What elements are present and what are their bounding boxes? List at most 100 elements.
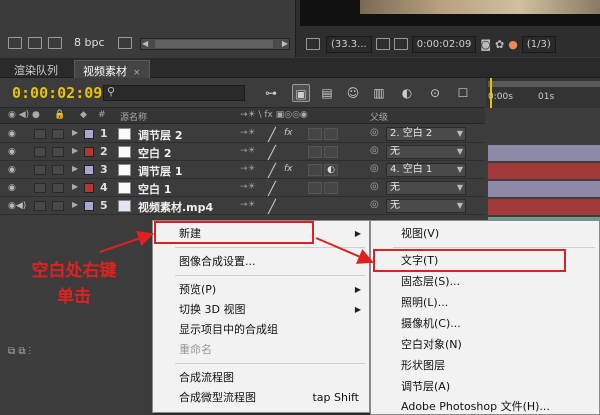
layer-row[interactable]: ◉ ▶ 3 调节层 1 →☀ ╱ fx ◐ ◎ 4. 空白 1 ▼ (0, 162, 485, 179)
eye-audio-icon[interactable]: ◉◀) (8, 201, 26, 211)
label-color-swatch[interactable] (84, 129, 94, 139)
shy-icon[interactable]: →☀ (240, 146, 256, 156)
shy-icon[interactable]: →☀ (240, 128, 256, 138)
frame-blending-icon[interactable]: ▥ (370, 84, 388, 102)
submenu-item-light[interactable]: 照明(L)... (371, 293, 599, 313)
eye-icon[interactable]: ◉ (8, 165, 16, 175)
parent-dropdown[interactable]: 无 ▼ (386, 199, 466, 213)
menu-item-switch-3d-view[interactable]: 切换 3D 视图 ▶ (153, 300, 369, 320)
trash-icon[interactable] (118, 37, 132, 49)
parent-header[interactable]: 父级 (370, 110, 388, 123)
layer-row[interactable]: ◉ ▶ 2 空白 2 →☀ ╱ ◎ 无 ▼ (0, 144, 485, 161)
horizontal-scrollbar[interactable]: ◀ ▶ (140, 38, 290, 50)
motion-blur-icon[interactable]: ◐ (398, 84, 416, 102)
layer-duration-bar[interactable] (488, 145, 600, 161)
lock-switch[interactable] (52, 129, 64, 139)
pick-whip-icon[interactable]: ◎ (370, 199, 379, 210)
eye-icon[interactable]: ◉ (8, 183, 16, 193)
layer-name[interactable]: 调节层 2 (138, 127, 182, 143)
expand-triangle-icon[interactable]: ▶ (72, 128, 78, 137)
layer-duration-bar[interactable] (488, 181, 600, 197)
time-ruler[interactable]: 0:00s 01s (486, 78, 600, 108)
label-color-swatch[interactable] (84, 201, 94, 211)
lock-switch[interactable] (52, 201, 64, 211)
source-name-header[interactable]: 源名称 (120, 110, 147, 123)
expand-triangle-icon[interactable]: ▶ (72, 146, 78, 155)
solo-switch[interactable] (34, 165, 46, 175)
submenu-item-adjustment-layer[interactable]: 调节层(A) (371, 377, 599, 397)
submenu-item-null-object[interactable]: 空白对象(N) (371, 335, 599, 355)
submenu-item-viewer[interactable]: 视图(V) (371, 224, 599, 244)
layer-row[interactable]: ◉ ▶ 4 空白 1 →☀ ╱ ◎ 无 ▼ (0, 180, 485, 197)
adjustment-switch[interactable] (308, 182, 322, 194)
3d-switch[interactable] (324, 182, 338, 194)
lock-switch[interactable] (52, 183, 64, 193)
graph-editor-icon[interactable]: ⊙ (426, 84, 444, 102)
interpret-footage-icon[interactable] (8, 37, 22, 49)
zoom-dropdown[interactable]: (33.3... (326, 35, 372, 53)
submenu-item-solid[interactable]: 固态层(S)... (371, 272, 599, 292)
expand-triangle-icon[interactable]: ▶ (72, 164, 78, 173)
label-color-swatch[interactable] (84, 183, 94, 193)
layer-name[interactable]: 空白 1 (138, 181, 171, 197)
layer-name[interactable]: 空白 2 (138, 145, 171, 161)
parent-dropdown[interactable]: 4. 空白 1 ▼ (386, 163, 466, 177)
lock-switch[interactable] (52, 147, 64, 157)
layer-name[interactable]: 调节层 1 (138, 163, 182, 179)
label-color-swatch[interactable] (84, 147, 94, 157)
shy-icon[interactable]: →☀ (240, 182, 256, 192)
fx-icon[interactable]: fx (284, 128, 293, 138)
menu-item-composition-flowchart[interactable]: 合成流程图 (153, 368, 369, 388)
submenu-item-shape-layer[interactable]: 形状图层 (371, 356, 599, 376)
folder-icon[interactable] (28, 37, 42, 49)
live-update-icon[interactable]: ▣ (292, 84, 310, 102)
3d-switch[interactable]: ◐ (324, 164, 338, 176)
solo-switch[interactable] (34, 201, 46, 211)
eye-icon[interactable]: ◉ (8, 147, 16, 157)
tab-composition[interactable]: 视频素材 × (74, 60, 150, 78)
resolution-dropdown[interactable]: (1/3) (521, 35, 556, 53)
solo-switch[interactable] (34, 183, 46, 193)
pick-whip-icon[interactable]: ◎ (370, 181, 379, 192)
grid-icon[interactable] (375, 38, 390, 50)
parent-dropdown[interactable]: 2. 空白 2 ▼ (386, 127, 466, 141)
submenu-item-camera[interactable]: 摄像机(C)... (371, 314, 599, 334)
parent-dropdown[interactable]: 无 ▼ (386, 181, 466, 195)
close-icon[interactable]: × (133, 68, 141, 78)
lock-switch[interactable] (52, 165, 64, 175)
pick-whip-icon[interactable]: ◎ (370, 163, 379, 174)
3d-switch[interactable] (324, 146, 338, 158)
always-preview-icon[interactable] (306, 38, 320, 50)
label-color-swatch[interactable] (84, 165, 94, 175)
channel-icon[interactable]: ✿ (495, 38, 504, 51)
submenu-item-photoshop-file[interactable]: Adobe Photoshop 文件(H)... (371, 398, 599, 415)
adjustment-switch[interactable] (308, 146, 322, 158)
color-channels-icon[interactable]: ● (508, 38, 518, 51)
scrollbar-thumb[interactable] (155, 40, 273, 48)
quality-icon[interactable]: ╱ (268, 128, 276, 143)
search-input[interactable]: ⚲ (103, 85, 245, 101)
expand-triangle-icon[interactable]: ▶ (72, 200, 78, 209)
camera-icon[interactable]: ◙ (480, 38, 491, 51)
layer-name[interactable]: 视频素材.mp4 (138, 199, 213, 215)
shy-icon[interactable]: →☀ (240, 164, 256, 174)
quality-icon[interactable]: ╱ (268, 146, 276, 161)
layer-duration-bar[interactable] (488, 199, 600, 215)
bit-depth-label[interactable]: 8 bpc (74, 36, 105, 49)
layer-row[interactable]: ◉ ▶ 1 调节层 2 →☀ ╱ fx ◎ 2. 空白 2 ▼ (0, 126, 485, 143)
adjustment-switch[interactable] (308, 164, 322, 176)
toggle-switches-icon[interactable]: ⧉ ⧉ ⫶ (8, 346, 31, 357)
mask-icon[interactable] (393, 38, 408, 50)
quality-icon[interactable]: ╱ (268, 182, 276, 197)
composition-mini-flowchart-icon[interactable]: ⊶ (262, 84, 280, 102)
pick-whip-icon[interactable]: ◎ (370, 127, 379, 138)
menu-item-reveal-in-project[interactable]: 显示项目中的合成组 (153, 320, 369, 340)
shy-icon[interactable]: →☀ (240, 200, 256, 210)
pick-whip-icon[interactable]: ◎ (370, 145, 379, 156)
solo-switch[interactable] (34, 129, 46, 139)
menu-item-composition-mini-flowchart[interactable]: 合成微型流程图 tap Shift (153, 388, 369, 408)
current-time-field[interactable]: 0:00:02:09 (411, 35, 477, 53)
menu-item-composition-settings[interactable]: 图像合成设置... (153, 252, 369, 272)
fx-icon[interactable]: fx (284, 164, 293, 174)
scroll-left-icon[interactable]: ◀ (142, 39, 148, 48)
